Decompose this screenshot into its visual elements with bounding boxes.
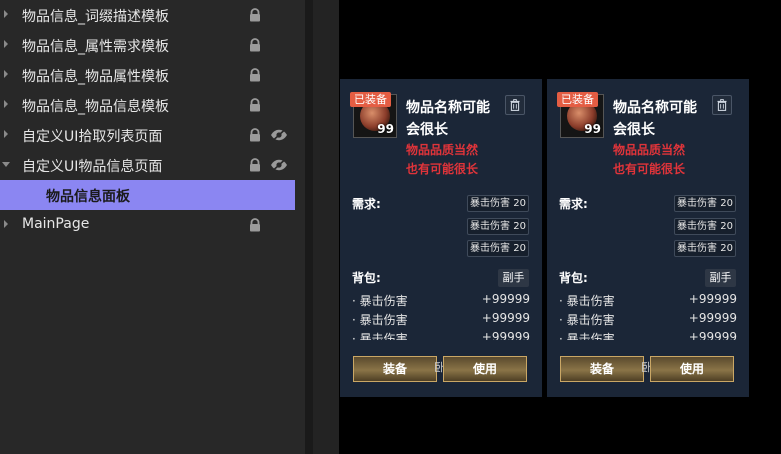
expand-arrow-icon[interactable] <box>4 220 8 228</box>
panel-splitter[interactable] <box>305 0 313 454</box>
requirement-tag: 暴击伤害 20 <box>674 240 736 257</box>
lock-icon[interactable] <box>248 128 262 142</box>
lock-icon[interactable] <box>248 218 262 232</box>
expand-arrow-icon[interactable] <box>4 70 8 78</box>
stat-row: · 暴击伤害 +99999 <box>559 292 737 311</box>
item-quality-line: 物品品质当然 <box>406 143 479 157</box>
stat-name: · 暴击伤害 <box>559 332 615 340</box>
equipped-badge: 已装备 <box>557 92 598 107</box>
use-button[interactable]: 使用 <box>443 356 527 382</box>
item-quality-line: 也有可能很长 <box>613 162 686 176</box>
equip-button[interactable]: 装备 <box>560 356 644 382</box>
stat-row: · 暴击伤害 +99999 <box>352 311 530 330</box>
tree-item-label: 物品信息_词缀描述模板 <box>22 9 169 25</box>
stat-name: · 暴击伤害 <box>559 294 615 308</box>
stat-name: · 暴击伤害 <box>352 294 408 308</box>
stat-row: · 暴击伤害 +99999 <box>352 330 530 340</box>
expand-arrow-icon[interactable] <box>4 40 8 48</box>
tree-item-label: 自定义UI拾取列表页面 <box>22 129 163 145</box>
trash-icon[interactable] <box>505 95 525 115</box>
stat-value: +99999 <box>481 311 530 325</box>
stat-value: +99999 <box>481 292 530 306</box>
use-button[interactable]: 使用 <box>650 356 734 382</box>
requirements-label: 需求: <box>352 197 381 211</box>
stat-row: · 暴击伤害 +99999 <box>559 330 737 340</box>
item-quality-line: 物品品质当然 <box>613 143 686 157</box>
tree-item-label: 物品信息_物品信息模板 <box>22 99 169 115</box>
lock-icon[interactable] <box>248 38 262 52</box>
lock-icon[interactable] <box>248 158 262 172</box>
stat-value: +99999 <box>481 330 530 340</box>
tree-item-requirement-template[interactable]: 物品信息_属性需求模板 <box>0 30 300 60</box>
item-name: 物品名称可能会很长 <box>613 100 697 138</box>
lock-icon[interactable] <box>248 98 262 112</box>
item-quality-line: 也有可能很长 <box>406 162 479 176</box>
tree-item-label: 物品信息_属性需求模板 <box>22 39 169 55</box>
requirement-tag: 暴击伤害 20 <box>674 195 736 212</box>
button-overlap-text: 卧 <box>434 361 445 374</box>
stat-row: · 暴击伤害 +99999 <box>352 292 530 311</box>
stat-list[interactable]: · 暴击伤害 +99999 · 暴击伤害 +99999 · 暴击伤害 +9999… <box>340 290 542 340</box>
lock-icon[interactable] <box>248 8 262 22</box>
offhand-badge: 副手 <box>705 269 736 287</box>
bag-label: 背包: <box>559 271 588 285</box>
eye-hidden-icon[interactable] <box>270 158 288 172</box>
lock-icon[interactable] <box>248 68 262 82</box>
item-info-card: 99 已装备 物品名称可能会很长 物品品质当然 也有可能很长 需求: 暴击伤害 … <box>340 79 542 397</box>
scene-gutter <box>313 0 339 454</box>
stat-value: +99999 <box>688 311 737 325</box>
requirement-tag: 暴击伤害 20 <box>674 218 736 235</box>
expand-arrow-icon[interactable] <box>4 10 8 18</box>
expand-arrow-icon[interactable] <box>4 130 8 138</box>
tree-item-label: 物品信息面板 <box>46 189 130 205</box>
tree-item-mainpage[interactable]: MainPage <box>0 210 300 240</box>
tree-item-label: MainPage <box>22 216 90 232</box>
item-info-card: 99 已装备 物品名称可能会很长 物品品质当然 也有可能很长 需求: 暴击伤害 … <box>547 79 749 397</box>
item-quality: 物品品质当然 也有可能很长 <box>406 141 516 179</box>
requirements-label: 需求: <box>559 197 588 211</box>
stat-name: · 暴击伤害 <box>352 332 408 340</box>
stat-name: · 暴击伤害 <box>352 313 408 327</box>
item-quality: 物品品质当然 也有可能很长 <box>613 141 723 179</box>
stat-value: +99999 <box>688 292 737 306</box>
bag-label: 背包: <box>352 271 381 285</box>
equip-button[interactable]: 装备 <box>353 356 437 382</box>
tree-item-item-info-page[interactable]: 自定义UI物品信息页面 <box>0 150 300 180</box>
tree-item-attribute-template[interactable]: 物品信息_物品属性模板 <box>0 60 300 90</box>
requirement-tag: 暴击伤害 20 <box>467 218 529 235</box>
stat-name: · 暴击伤害 <box>559 313 615 327</box>
tree-item-item-info-panel[interactable]: 物品信息面板 <box>0 180 295 210</box>
eye-hidden-icon[interactable] <box>270 128 288 142</box>
stat-list[interactable]: · 暴击伤害 +99999 · 暴击伤害 +99999 · 暴击伤害 +9999… <box>547 290 749 340</box>
collapse-arrow-icon[interactable] <box>2 162 10 167</box>
tree-item-info-template[interactable]: 物品信息_物品信息模板 <box>0 90 300 120</box>
expand-arrow-icon[interactable] <box>4 100 8 108</box>
item-name: 物品名称可能会很长 <box>406 100 490 138</box>
requirement-tag: 暴击伤害 20 <box>467 195 529 212</box>
offhand-badge: 副手 <box>498 269 529 287</box>
item-quantity: 99 <box>377 122 394 136</box>
hierarchy-panel: 物品信息_词缀描述模板 物品信息_属性需求模板 物品信息_物品属性模板 物品信息… <box>0 0 305 454</box>
equipped-badge: 已装备 <box>350 92 391 107</box>
tree-item-affix-template[interactable]: 物品信息_词缀描述模板 <box>0 0 300 30</box>
stat-row: · 暴击伤害 +99999 <box>559 311 737 330</box>
item-quantity: 99 <box>584 122 601 136</box>
button-overlap-text: 卧 <box>641 361 652 374</box>
tree-item-pickup-list-page[interactable]: 自定义UI拾取列表页面 <box>0 120 300 150</box>
tree-item-label: 自定义UI物品信息页面 <box>22 159 163 175</box>
stat-value: +99999 <box>688 330 737 340</box>
trash-icon[interactable] <box>712 95 732 115</box>
tree-item-label: 物品信息_物品属性模板 <box>22 69 169 85</box>
requirement-tag: 暴击伤害 20 <box>467 240 529 257</box>
